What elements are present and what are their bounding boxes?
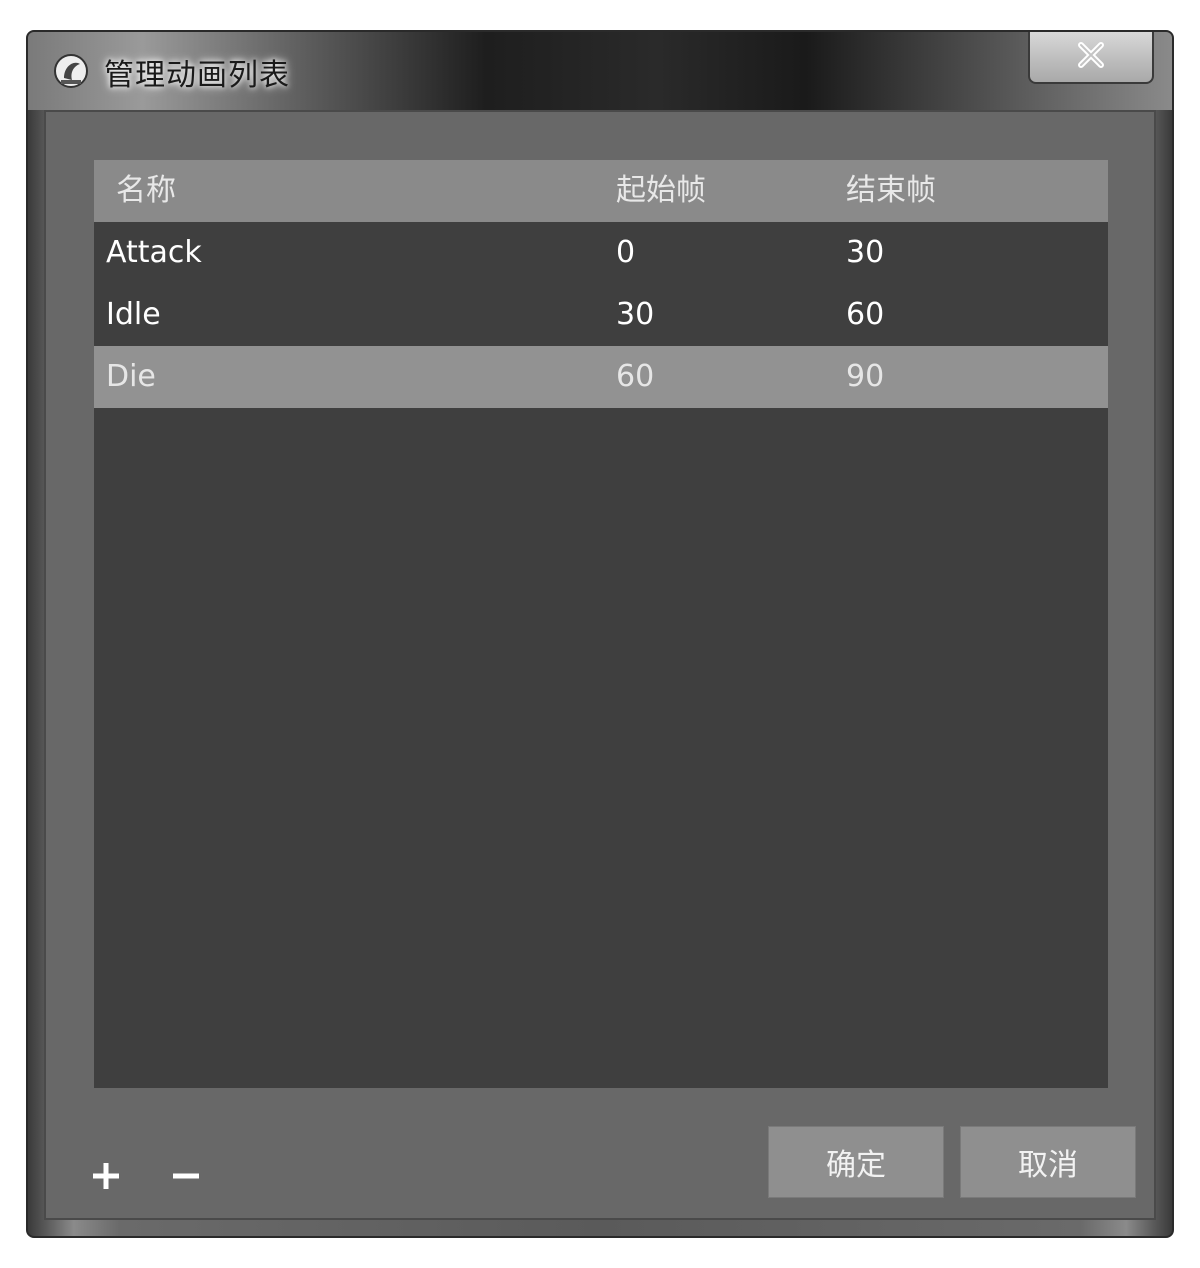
table-row[interactable]: Idle 30 60 [94,284,1108,346]
start-frame-value: 60 [616,359,655,394]
table-row[interactable]: Die 60 90 [94,346,1108,408]
app-logo-icon [52,52,90,90]
animation-name: Die [106,359,156,394]
add-animation-button[interactable] [86,1158,126,1198]
close-button[interactable] [1028,32,1154,84]
column-header-name[interactable]: 名称 [116,160,176,222]
start-frame-value: 30 [616,297,655,332]
window-title: 管理动画列表 [104,58,290,93]
plus-icon [91,1161,121,1195]
list-header: 名称 起始帧 结束帧 [94,160,1108,222]
end-frame-value: 90 [846,359,885,394]
animation-list[interactable]: 名称 起始帧 结束帧 Attack 0 30 Idle 30 60 Die 60… [94,160,1108,1088]
remove-animation-button[interactable] [166,1158,206,1198]
table-row[interactable]: Attack 0 30 [94,222,1108,284]
start-frame-value: 0 [616,235,636,270]
cancel-button[interactable]: 取消 [960,1126,1136,1198]
end-frame-value: 60 [846,297,885,332]
end-frame-value: 30 [846,235,885,270]
animation-name: Idle [106,297,161,332]
animation-name: Attack [106,235,202,270]
column-header-start-frame[interactable]: 起始帧 [616,160,706,222]
close-icon [1076,40,1106,74]
minus-icon [171,1161,201,1195]
title-bar[interactable]: 管理动画列表 [28,32,1172,110]
dialog-content: 名称 起始帧 结束帧 Attack 0 30 Idle 30 60 Die 60… [44,110,1156,1220]
column-header-end-frame[interactable]: 结束帧 [846,160,936,222]
dialog-window: 管理动画列表 名称 起始帧 结束帧 Attack 0 30 Idle 30 60… [26,30,1174,1238]
ok-button[interactable]: 确定 [768,1126,944,1198]
